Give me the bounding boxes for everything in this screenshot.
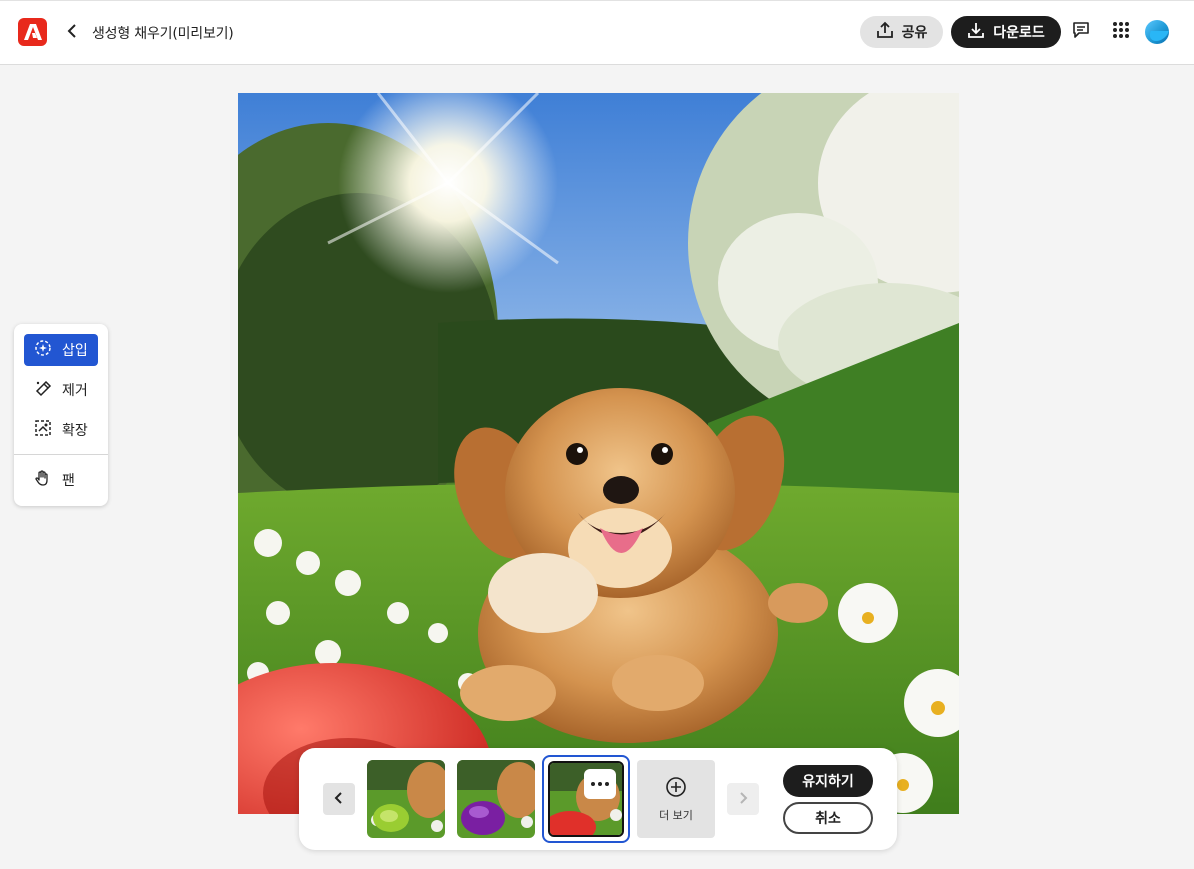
download-icon (967, 21, 985, 43)
selected-thumbnail-image (548, 761, 624, 837)
share-button[interactable]: 공유 (860, 16, 943, 48)
share-label: 공유 (901, 25, 928, 41)
comment-icon (1072, 21, 1090, 43)
hand-pan-icon (34, 469, 52, 491)
adobe-logo-icon[interactable] (18, 18, 47, 46)
download-label: 다운로드 (993, 25, 1045, 41)
tool-remove[interactable]: 제거 (24, 374, 98, 406)
more-variants-button[interactable]: 더 보기 (637, 760, 715, 838)
expand-icon (34, 419, 52, 441)
page-title: 생성형 채우기(미리보기) (92, 26, 234, 42)
apps-button[interactable] (1109, 20, 1133, 44)
tool-pan[interactable]: 팬 (24, 464, 98, 496)
back-button[interactable] (60, 20, 84, 44)
tool-insert-label: 삽입 (62, 343, 88, 359)
tool-remove-label: 제거 (62, 383, 88, 399)
tool-insert[interactable]: 삽입 (24, 334, 98, 366)
app-grid-icon (1112, 21, 1130, 43)
share-upload-icon (876, 21, 894, 43)
variant-thumbnail-3[interactable] (542, 755, 630, 843)
puppy-photo (238, 93, 959, 814)
variant-panel: 더 보기 유지하기 취소 (299, 748, 897, 850)
tool-expand[interactable]: 확장 (24, 414, 98, 446)
dot (605, 782, 609, 786)
cancel-button[interactable]: 취소 (783, 802, 873, 834)
plus-circle-icon (665, 776, 687, 801)
insert-sparkle-icon (34, 339, 52, 361)
tool-panel: 삽입 제거 확장 팬 (14, 324, 108, 506)
user-avatar[interactable] (1145, 20, 1169, 44)
top-bar: 생성형 채우기(미리보기) 공유 다운로드 (0, 0, 1194, 65)
previous-variants-button[interactable] (323, 783, 355, 815)
variant-options-button[interactable] (584, 769, 616, 799)
tool-expand-label: 확장 (62, 423, 88, 439)
dot (591, 782, 595, 786)
variant-thumbnail-2[interactable] (457, 760, 535, 838)
eraser-icon (34, 379, 52, 401)
dot (598, 782, 602, 786)
tool-pan-label: 팬 (62, 473, 75, 489)
comment-button[interactable] (1069, 20, 1093, 44)
chevron-left-icon (334, 790, 344, 809)
tool-divider (14, 454, 108, 455)
chevron-right-icon (738, 790, 748, 809)
chevron-left-icon (66, 23, 78, 42)
download-button[interactable]: 다운로드 (951, 16, 1061, 48)
more-variants-label: 더 보기 (659, 808, 693, 822)
next-variants-button[interactable] (727, 783, 759, 815)
keep-button[interactable]: 유지하기 (783, 765, 873, 797)
variant-thumbnail-1[interactable] (367, 760, 445, 838)
image-canvas[interactable] (238, 93, 959, 814)
